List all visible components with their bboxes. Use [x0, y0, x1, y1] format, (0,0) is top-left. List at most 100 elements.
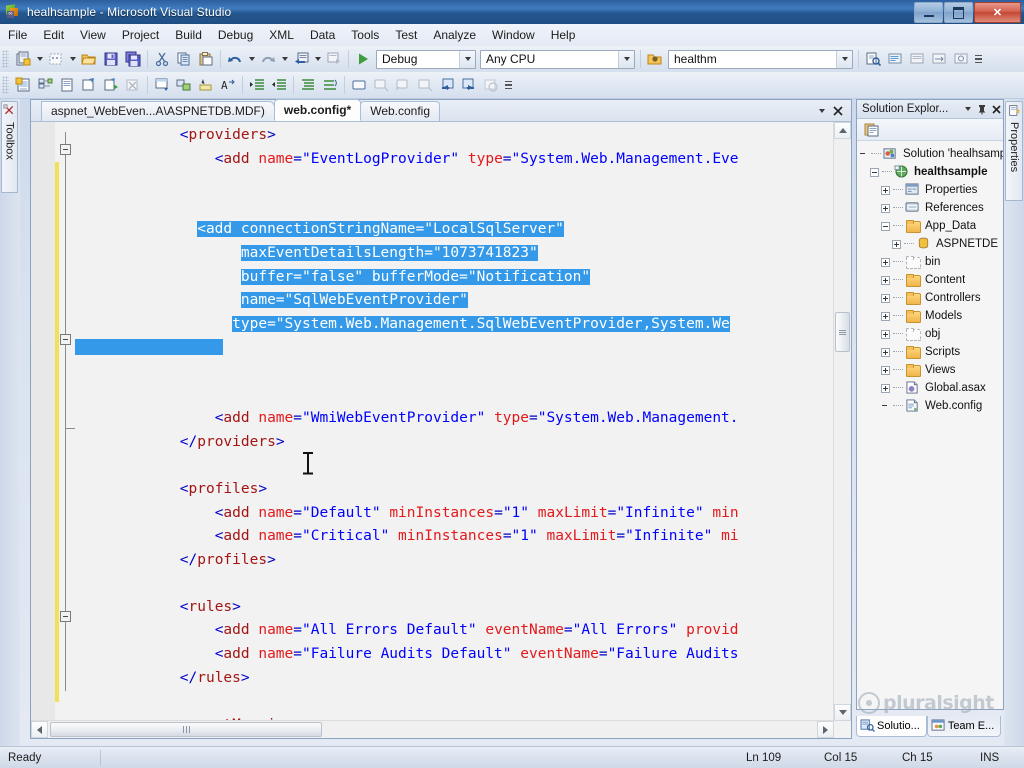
menu-data[interactable]: Data	[302, 25, 343, 45]
comment-block-icon[interactable]	[884, 48, 906, 70]
diagram-pane-icon[interactable]	[173, 74, 195, 96]
tree-item[interactable]: Models	[859, 307, 1003, 325]
vertical-scrollbar[interactable]	[833, 122, 851, 721]
expand-icon[interactable]	[881, 185, 890, 195]
menu-window[interactable]: Window	[484, 25, 543, 45]
editor-tab-aspnetdb[interactable]: aspnet_WebEven...A\ASPNETDB.MDF)	[41, 101, 275, 121]
find-in-files-icon[interactable]	[862, 48, 884, 70]
undo-dropdown[interactable]	[246, 48, 257, 70]
clear-bookmarks-icon[interactable]	[414, 74, 436, 96]
expand-icon[interactable]	[892, 239, 901, 249]
redo-icon[interactable]	[257, 48, 279, 70]
bottom-tab-team-explorer[interactable]: Team E...	[926, 716, 1002, 737]
startup-project-combo[interactable]: healthm	[668, 49, 853, 69]
code-editor-area[interactable]: <providers> <add name="EventLogProvider"…	[31, 122, 851, 738]
tree-item[interactable]: healthsample	[859, 163, 1003, 181]
close-button[interactable]: ✕	[974, 2, 1021, 23]
menu-build[interactable]: Build	[167, 25, 210, 45]
navigate-forward-icon[interactable]	[323, 48, 345, 70]
tree-item[interactable]: bin	[859, 253, 1003, 271]
chevron-down-icon[interactable]	[836, 50, 852, 68]
cut-icon[interactable]	[151, 48, 173, 70]
format-selection-icon[interactable]: A	[217, 74, 239, 96]
tree-item[interactable]: Views	[859, 361, 1003, 379]
properties-pages-icon[interactable]	[861, 119, 883, 141]
run-query-icon[interactable]	[78, 74, 100, 96]
save-icon[interactable]	[100, 48, 122, 70]
collapse-icon[interactable]	[870, 167, 879, 177]
toggle-bookmark-icon[interactable]	[906, 48, 928, 70]
sql-pane-icon[interactable]	[195, 74, 217, 96]
add-item-icon[interactable]	[45, 48, 67, 70]
sync-views-icon[interactable]	[928, 48, 950, 70]
menu-analyze[interactable]: Analyze	[425, 25, 484, 45]
outline-collapse-box[interactable]	[60, 611, 71, 622]
toolbar-grip[interactable]	[2, 76, 9, 94]
expand-icon[interactable]	[881, 275, 890, 285]
expand-icon[interactable]	[881, 203, 890, 213]
source-code-text[interactable]: <providers> <add name="EventLogProvider"…	[75, 122, 834, 721]
expand-icon[interactable]	[881, 347, 890, 357]
step-out-icon[interactable]	[458, 74, 480, 96]
menu-project[interactable]: Project	[114, 25, 167, 45]
tree-item[interactable]: Properties	[859, 181, 1003, 199]
expand-icon[interactable]	[881, 329, 890, 339]
properties-window-icon[interactable]	[56, 74, 78, 96]
maximize-button[interactable]	[944, 2, 973, 23]
new-project-dropdown[interactable]	[34, 48, 45, 70]
scroll-left-button[interactable]	[31, 721, 48, 738]
rectangle-icon[interactable]	[348, 74, 370, 96]
step-into-icon[interactable]	[436, 74, 458, 96]
menu-xml[interactable]: XML	[261, 25, 302, 45]
horizontal-scrollbar[interactable]	[31, 720, 834, 738]
pin-icon[interactable]	[975, 101, 989, 117]
editor-tab-webconfig-modified[interactable]: web.config*	[273, 99, 362, 121]
indent-icon[interactable]	[246, 74, 268, 96]
menu-view[interactable]: View	[72, 25, 114, 45]
stop-all-icon[interactable]	[480, 74, 502, 96]
collapse-icon[interactable]	[881, 221, 890, 231]
tree-item[interactable]: References	[859, 199, 1003, 217]
tree-item[interactable]: Solution 'healhsample	[859, 145, 1003, 163]
solution-configuration-combo[interactable]: Debug	[376, 49, 476, 69]
indicator-margin[interactable]	[31, 122, 55, 721]
menu-file[interactable]: File	[0, 25, 35, 45]
add-item-dropdown[interactable]	[67, 48, 78, 70]
outline-collapse-box[interactable]	[60, 334, 71, 345]
collapse-all-icon[interactable]	[297, 74, 319, 96]
new-project-icon[interactable]	[12, 48, 34, 70]
redo-dropdown[interactable]	[279, 48, 290, 70]
expand-icon[interactable]	[881, 365, 890, 375]
startup-project-icon[interactable]	[644, 48, 666, 70]
navigate-backward-dropdown[interactable]	[312, 48, 323, 70]
outlining-margin[interactable]	[55, 122, 75, 738]
close-icon[interactable]	[989, 101, 1003, 117]
solution-platform-combo[interactable]: Any CPU	[480, 49, 635, 69]
scroll-down-button[interactable]	[834, 704, 851, 721]
solution-tree[interactable]: Solution 'healhsample healthsample Propert…	[857, 141, 1003, 415]
vertical-scroll-thumb[interactable]	[835, 312, 850, 352]
chevron-down-icon[interactable]	[961, 101, 975, 117]
execute-icon[interactable]	[100, 74, 122, 96]
tree-item[interactable]: Web.config	[859, 397, 1003, 415]
expand-icon[interactable]	[881, 257, 890, 267]
menu-edit[interactable]: Edit	[35, 25, 72, 45]
menu-debug[interactable]: Debug	[210, 25, 261, 45]
stop-icon[interactable]	[122, 74, 144, 96]
tree-item[interactable]: Content	[859, 271, 1003, 289]
tree-item[interactable]: Scripts	[859, 343, 1003, 361]
outline-collapse-box[interactable]	[60, 144, 71, 155]
close-icon[interactable]	[830, 102, 846, 120]
toolbox-tab[interactable]: Toolbox	[1, 101, 18, 193]
refresh-icon[interactable]	[950, 48, 972, 70]
menu-help[interactable]: Help	[543, 25, 584, 45]
prev-bookmark-icon[interactable]	[370, 74, 392, 96]
expand-icon[interactable]	[881, 293, 890, 303]
editor-tab-webconfig[interactable]: Web.config	[360, 101, 441, 121]
expand-icon[interactable]	[881, 311, 890, 321]
start-debug-icon[interactable]	[352, 48, 374, 70]
tree-item[interactable]: ASPNETDE	[859, 235, 1003, 253]
tree-item[interactable]: Controllers	[859, 289, 1003, 307]
open-file-icon[interactable]	[78, 48, 100, 70]
new-query-icon[interactable]	[12, 74, 34, 96]
